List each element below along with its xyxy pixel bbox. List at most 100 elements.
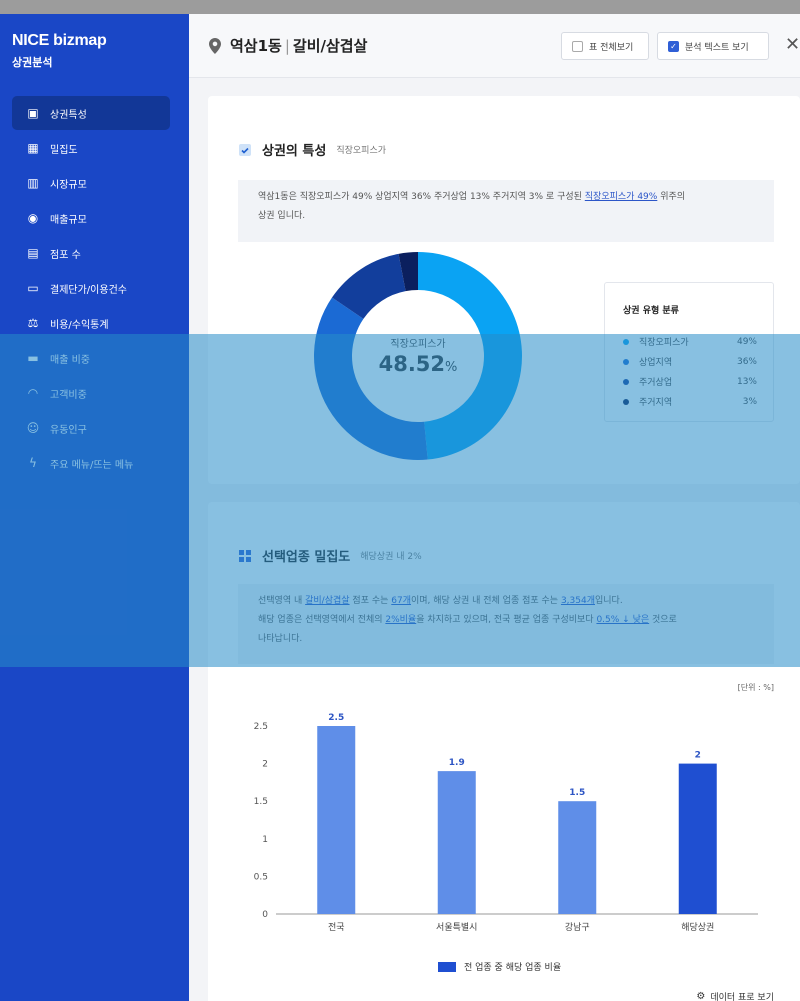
desc-text: 해당 업종은 선택영역에서 전체의: [258, 615, 386, 625]
bar[interactable]: [678, 763, 717, 914]
legend-dot: [623, 358, 629, 365]
sidebar-item-label: 상권특성: [50, 109, 87, 121]
section1-subtitle: 직장오피스가: [336, 146, 387, 156]
sidebar-item-label: 유동인구: [50, 424, 87, 436]
legend-value: 36%: [736, 356, 757, 367]
legend-name: 직장오피스가: [639, 338, 689, 348]
market-character-card: 상권의 특성 직장오피스가 역삼1동은 직장오피스가 49% 상업지역 36% …: [208, 96, 800, 484]
bar-chart-legend: 전 업종 중 해당 업종 비율: [438, 960, 561, 973]
desc-text: 을 차지하고 있으며, 전국 평균 업종 구성비보다: [416, 615, 597, 625]
sidebar: NICE bizmap 상권분석 ▣ 상권특성 ▦ 밀집도 ▥ 시장규모 ◉ 매출규모 ▤ 점포 …: [0, 14, 189, 1001]
donut-center-label: 직장오피스가: [390, 339, 446, 350]
legend-value: 49%: [736, 336, 757, 347]
donut-value-number: 48.52: [378, 352, 446, 376]
desc-link[interactable]: 갈비/삼겹살: [305, 596, 349, 606]
bar-value-label: 1.9: [449, 758, 465, 768]
section2-description: 선택영역 내 갈비/삼겹살 점포 수는 67개이며, 해당 상권 내 전체 업종…: [238, 584, 774, 664]
donut-center-value: 48.52%: [348, 352, 488, 376]
sidebar-item[interactable]: ▣ 상권특성: [12, 96, 170, 130]
document-icon: ▣: [27, 106, 39, 120]
brand-logo: NICE bizmap: [12, 32, 107, 49]
sidebar-item[interactable]: ☺ 유동인구: [12, 411, 170, 445]
sidebar-item[interactable]: ▬ 매출 비중: [12, 341, 170, 375]
bar[interactable]: [558, 801, 597, 914]
industry-density-card: 선택업종 밀집도 해당상권 내 2% 선택영역 내 갈비/삼겹살 점포 수는 6…: [208, 502, 800, 1001]
desc-link[interactable]: 2%비율: [385, 615, 416, 625]
checkbox-unchecked-icon[interactable]: [572, 40, 583, 52]
bar[interactable]: [317, 726, 356, 914]
section1-title: 상권의 특성: [262, 144, 327, 159]
legend-item: 상업지역 36%: [623, 355, 757, 368]
y-tick-label: 2.5: [254, 722, 268, 732]
scale-icon: ⚖: [27, 316, 39, 330]
checkbox-checked-icon[interactable]: ✓: [668, 40, 679, 52]
desc-highlight-link[interactable]: 직장오피스가 49%: [585, 192, 658, 202]
sidebar-item-label: 고객비중: [50, 389, 87, 401]
desc-text: 점포 수는: [349, 596, 392, 606]
sidebar-nav: ▣ 상권특성 ▦ 밀집도 ▥ 시장규모 ◉ 매출규모 ▤ 점포 수 ▭ 결제단가/이용건수 ⚖ 비용/수익…: [12, 96, 170, 481]
sidebar-item[interactable]: ϟ 주요 메뉴/뜨는 메뉴: [12, 446, 170, 480]
table-view-label: 표 전체보기: [589, 42, 634, 53]
flash-icon: ϟ: [29, 456, 37, 470]
bar[interactable]: [437, 771, 476, 914]
sidebar-item[interactable]: ◠ 고객비중: [12, 376, 170, 410]
analysis-text-toggle[interactable]: ✓ 분석 텍스트 보기: [657, 32, 769, 60]
sidebar-item[interactable]: ◉ 매출규모: [12, 201, 170, 235]
desc-link[interactable]: 0.5% ↓ 낮은: [596, 615, 649, 625]
won-coin-icon: ◉: [27, 211, 39, 225]
y-tick-label: 2: [262, 760, 268, 770]
sidebar-item-label: 매출규모: [50, 214, 87, 226]
legend-value: 3%: [742, 396, 757, 407]
brand-subtitle: 상권분석: [12, 56, 53, 69]
sidebar-item-label: 밀집도: [50, 144, 78, 156]
legend-dot: [623, 378, 629, 385]
desc-text: 입니다.: [595, 596, 623, 606]
data-table-link[interactable]: ⚙ 데이터 표로 보기: [696, 990, 774, 1001]
desc-link[interactable]: 67개: [391, 596, 411, 606]
wallet-icon: ▭: [27, 281, 39, 295]
headset-icon: ◠: [27, 386, 39, 400]
legend-item: 주거상업 13%: [623, 375, 757, 388]
section1-title-row: 상권의 특성 직장오피스가: [238, 140, 386, 159]
data-table-link-label: 데이터 표로 보기: [710, 993, 774, 1001]
gear-icon: ⚙: [696, 991, 706, 1001]
sidebar-item[interactable]: ⚖ 비용/수익통계: [12, 306, 170, 340]
legend-name: 상업지역: [639, 358, 673, 368]
legend-item: 주거지역 3%: [623, 395, 757, 408]
desc-text: 상권 입니다.: [258, 211, 306, 221]
analysis-text-label: 분석 텍스트 보기: [685, 42, 749, 53]
x-tick-label: 서울특별시: [436, 922, 477, 933]
sidebar-item[interactable]: ▥ 시장규모: [12, 166, 170, 200]
bar-chart-icon: ▥: [27, 176, 39, 190]
location-title: 역삼1동 | 갈비/삼겹살: [230, 37, 368, 55]
sidebar-item[interactable]: ▤ 점포 수: [12, 236, 170, 270]
desc-text: 이며, 해당 상권 내 전체 업종 점포 수는: [411, 596, 561, 606]
location-name: 역삼1동: [230, 37, 282, 55]
header: 역삼1동 | 갈비/삼겹살 표 전체보기 ✓ 분석 텍스트 보기 ✕: [189, 14, 800, 78]
legend-dot: [623, 398, 629, 405]
table-view-toggle[interactable]: 표 전체보기: [561, 32, 649, 60]
sidebar-item-label: 점포 수: [50, 249, 81, 261]
bar-chart: 0 0.5 1 1.5 2 2.5 2.5 전국 1.9 서울특별시 1.5 강남구 2 해당상권: [254, 713, 758, 933]
desc-text: 위주의: [657, 192, 686, 202]
sidebar-item-label: 결제단가/이용건수: [50, 284, 127, 296]
unit-note: [단위 : %]: [737, 683, 774, 692]
bar-value-label: 2: [695, 751, 701, 761]
desc-link[interactable]: 3,354개: [561, 596, 595, 606]
sidebar-item[interactable]: ▦ 밀집도: [12, 131, 170, 165]
sidebar-item-label: 시장규모: [50, 179, 87, 191]
section2-subtitle: 해당상권 내 2%: [360, 552, 422, 562]
store-icon: ▤: [27, 246, 39, 260]
legend-label: 전 업종 중 해당 업종 비율: [464, 963, 562, 973]
y-tick-label: 1: [262, 835, 268, 845]
desc-text: 나타납니다.: [258, 634, 303, 644]
desc-text: 역삼1동은 직장오피스가 49% 상업지역 36% 주거상업 13% 주거지역 …: [258, 192, 585, 202]
close-button[interactable]: ✕: [785, 34, 800, 55]
legend-dot: [623, 338, 629, 345]
grid-squares-icon: [239, 549, 251, 562]
bar-value-label: 2.5: [328, 713, 344, 723]
y-tick-label: 1.5: [254, 797, 268, 807]
sidebar-item[interactable]: ▭ 결제단가/이용건수: [12, 271, 170, 305]
donut-slice[interactable]: [314, 297, 428, 460]
sidebar-item-label: 매출 비중: [50, 354, 90, 366]
